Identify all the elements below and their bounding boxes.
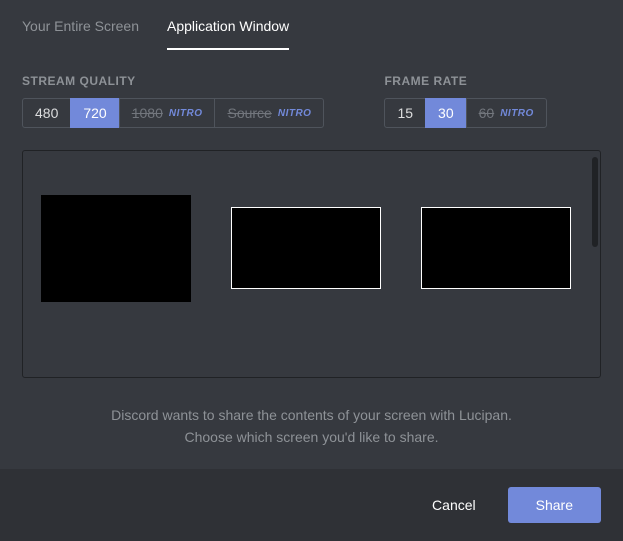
tab-entire-screen[interactable]: Your Entire Screen	[22, 18, 139, 50]
frame-rate-group: FRAME RATE 15 30 60 NITRO	[384, 74, 546, 128]
nitro-badge-icon: NITRO	[169, 108, 203, 119]
window-thumbnail-3[interactable]	[421, 207, 571, 289]
stream-quality-label: STREAM QUALITY	[22, 74, 324, 88]
window-thumbnail-1[interactable]	[41, 195, 191, 302]
fps-30[interactable]: 30	[425, 98, 467, 128]
quality-720[interactable]: 720	[70, 98, 119, 128]
window-preview-area	[22, 150, 601, 378]
fps-15[interactable]: 15	[384, 98, 426, 128]
quality-source[interactable]: Source NITRO	[214, 98, 324, 128]
info-line-2: Choose which screen you'd like to share.	[22, 426, 601, 448]
fps-60-text: 60	[479, 105, 495, 121]
share-button[interactable]: Share	[508, 487, 601, 523]
stream-quality-group: STREAM QUALITY 480 720 1080 NITRO Source…	[22, 74, 324, 128]
scrollbar[interactable]	[592, 157, 598, 247]
source-tabs: Your Entire Screen Application Window	[22, 18, 601, 50]
nitro-badge-icon: NITRO	[500, 108, 534, 119]
nitro-badge-icon: NITRO	[278, 108, 312, 119]
quality-source-text: Source	[227, 105, 271, 121]
quality-480[interactable]: 480	[22, 98, 71, 128]
frame-rate-label: FRAME RATE	[384, 74, 546, 88]
tab-application-window[interactable]: Application Window	[167, 18, 289, 50]
fps-60[interactable]: 60 NITRO	[466, 98, 547, 128]
footer: Cancel Share	[0, 469, 623, 541]
info-text: Discord wants to share the contents of y…	[22, 404, 601, 449]
window-thumbnail-2[interactable]	[231, 207, 381, 289]
quality-1080-text: 1080	[132, 105, 163, 121]
cancel-button[interactable]: Cancel	[414, 487, 494, 523]
info-line-1: Discord wants to share the contents of y…	[22, 404, 601, 426]
quality-1080[interactable]: 1080 NITRO	[119, 98, 216, 128]
